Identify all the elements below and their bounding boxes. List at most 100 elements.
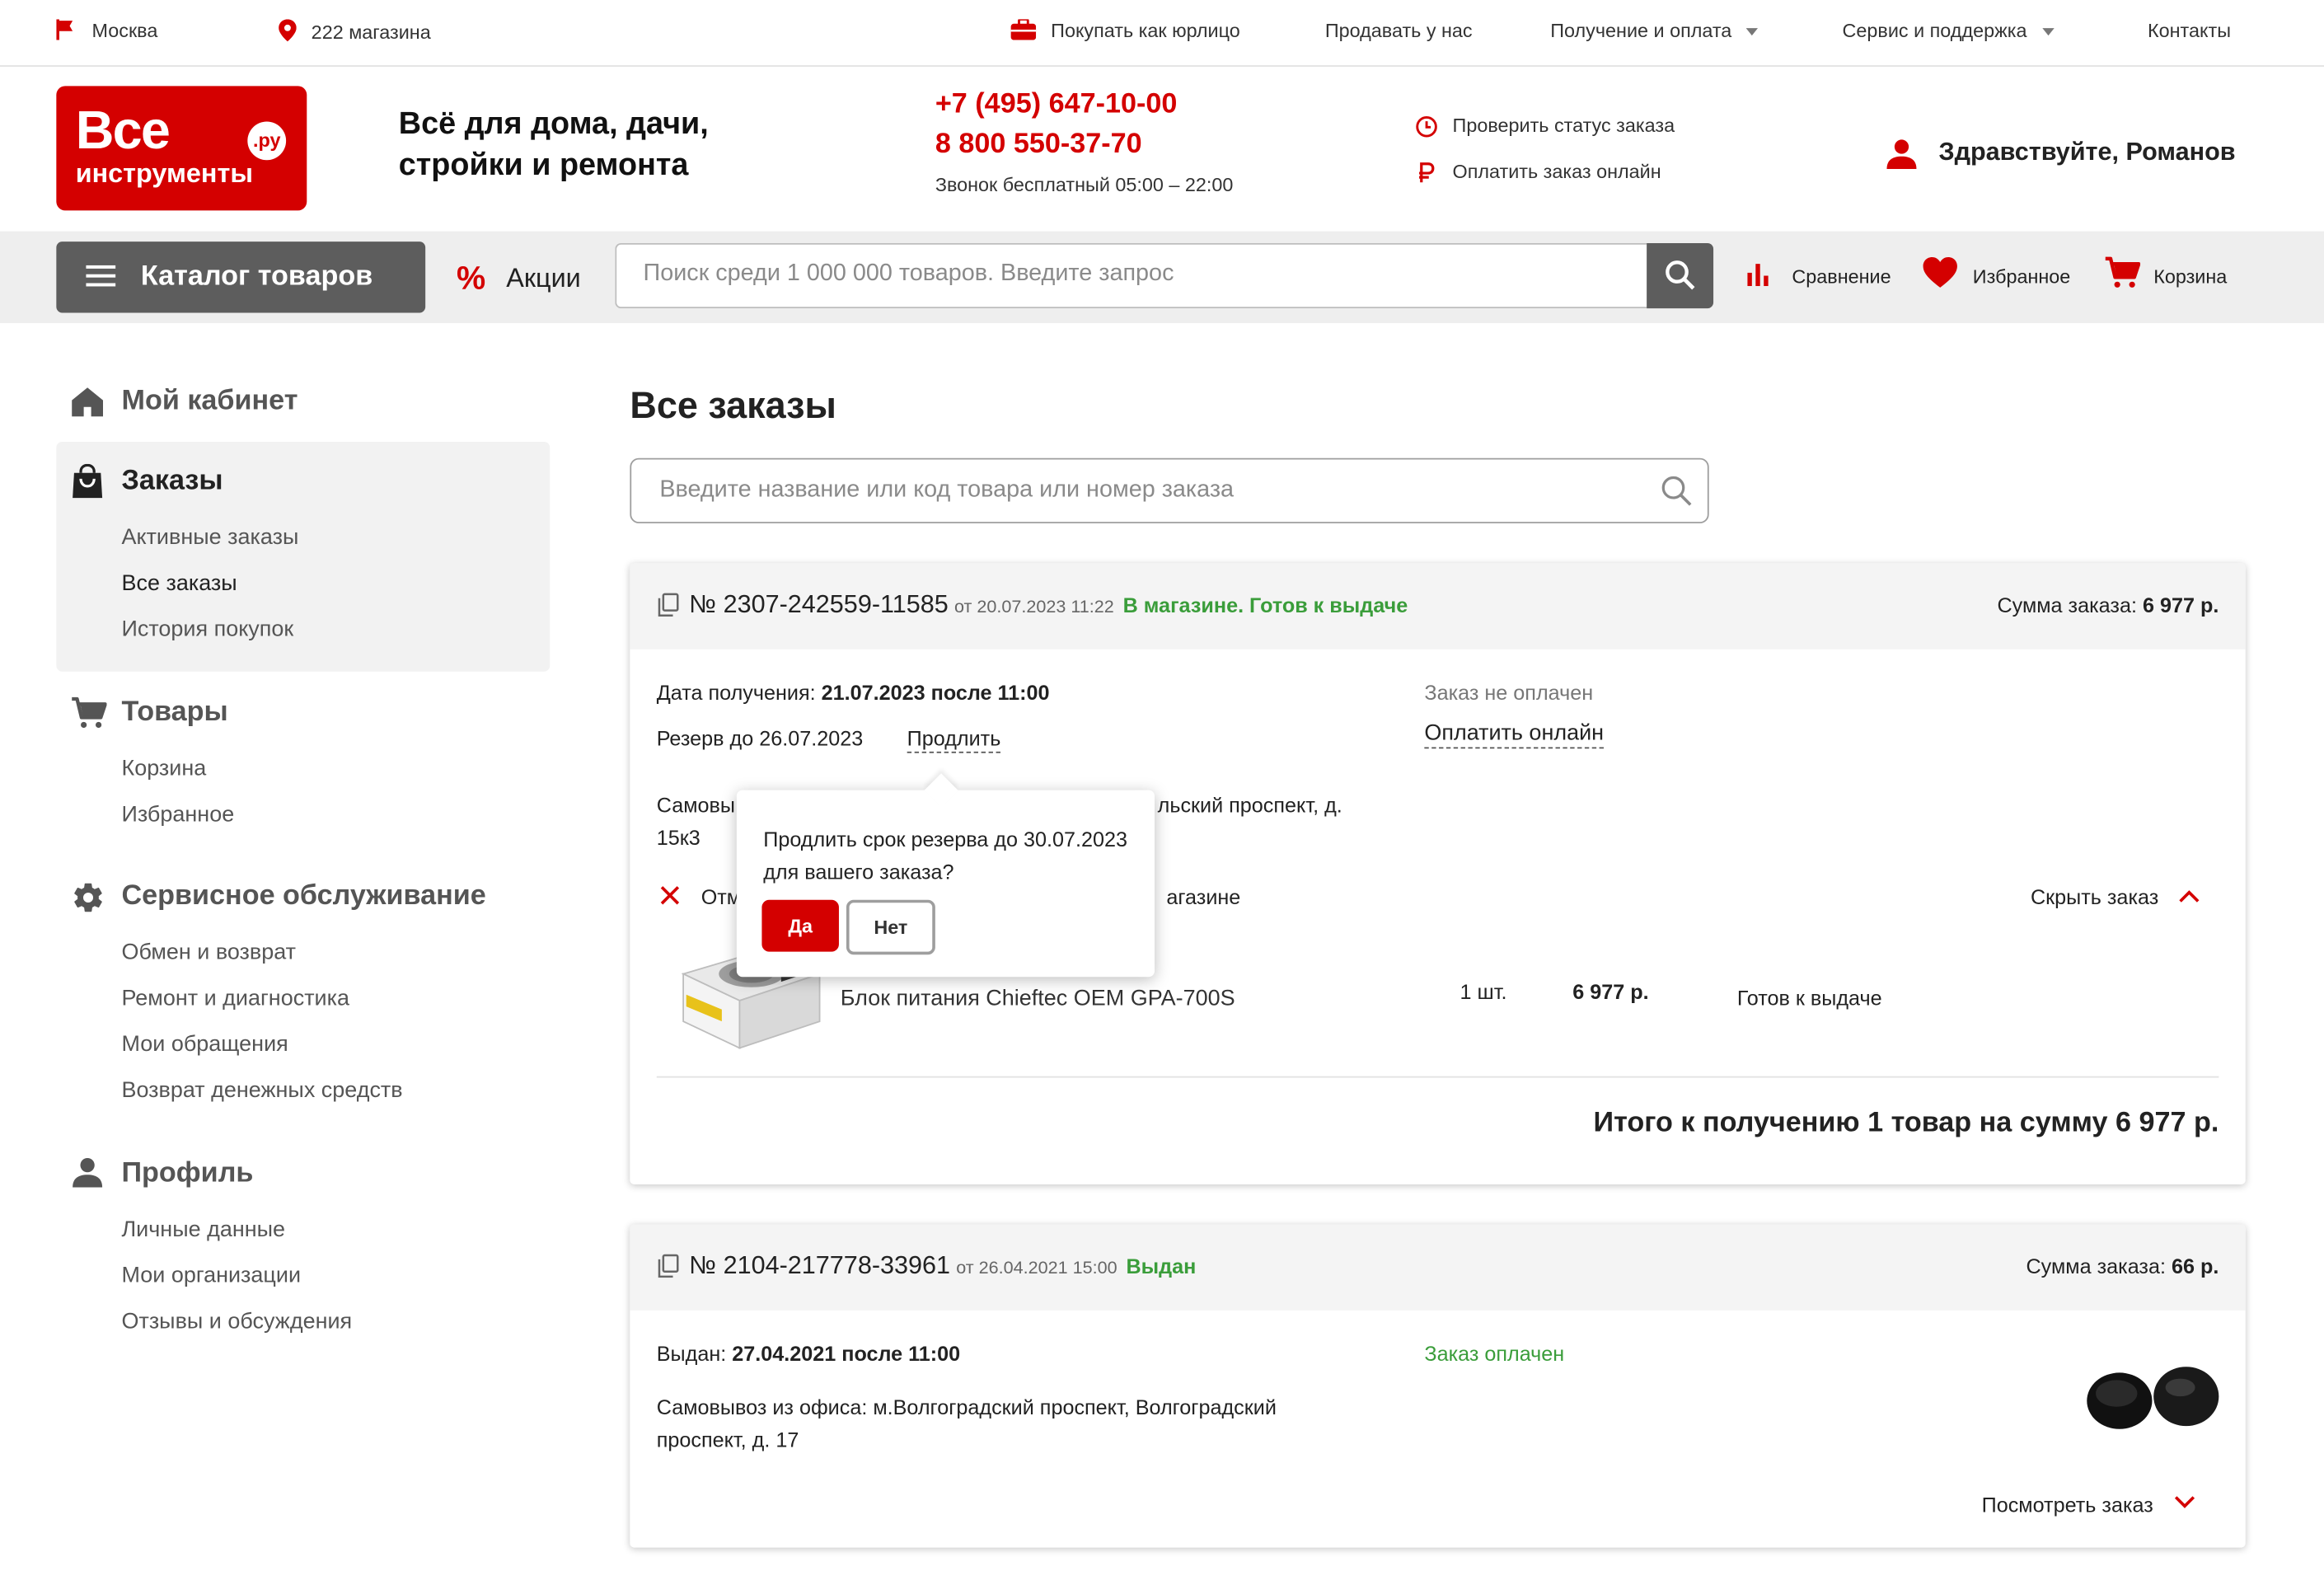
order-date: от 20.07.2023 11:22 [953, 595, 1114, 617]
extend-reserve-label: Продлить [907, 726, 1001, 753]
heart-icon [1923, 256, 1958, 289]
tagline: Всё для дома, дачи, стройки и ремонта [399, 104, 709, 187]
contacts-link[interactable]: Контакты [2148, 19, 2231, 41]
order-search [630, 457, 1709, 523]
compare-link[interactable]: Сравнение [1746, 264, 1891, 288]
view-order-toggle[interactable]: Посмотреть заказ [1982, 1493, 2195, 1517]
delivery-payment-menu[interactable]: Получение и оплата [1550, 19, 1759, 41]
order-search-input[interactable] [656, 476, 1626, 506]
order-number[interactable]: № 2307-242559-11585 от 20.07.2023 11:22 В … [689, 590, 1408, 620]
pay-online-link[interactable]: Оплатить онлайн [1424, 720, 1604, 749]
confirm-yes-button[interactable]: Да [761, 899, 839, 952]
page-title: Все заказы [630, 385, 836, 427]
phone-free[interactable]: 8 800 550-37-70 [935, 129, 1142, 162]
search-icon [1665, 260, 1696, 291]
cancel-order-left[interactable]: Отм [701, 885, 741, 909]
sidebar-item-goods[interactable]: Товары [121, 696, 227, 729]
check-status-label: Проверить статус заказа [1452, 114, 1675, 137]
sidebar-item-organizations[interactable]: Мои организации [121, 1263, 301, 1288]
order-sum-value: 6 977 р. [2142, 593, 2219, 617]
hide-order-toggle[interactable]: Скрыть заказ [2031, 885, 2200, 908]
search-icon[interactable] [1660, 475, 1693, 508]
order-sum-label: Сумма заказа: [1997, 593, 2137, 617]
order-sum: Сумма заказа: 6 977 р. [1997, 593, 2219, 617]
check-status-link[interactable]: Проверить статус заказа [1416, 114, 1675, 138]
b2b-label: Покупать как юрлицо [1051, 19, 1240, 42]
favorites-label: Избранное [1972, 265, 2071, 288]
logo-text-bottom: инструменты [75, 158, 253, 189]
menu-icon [86, 264, 116, 288]
copy-icon[interactable] [658, 1254, 679, 1278]
promo-label: Акции [506, 263, 581, 293]
confirm-no-button[interactable]: Нет [846, 899, 935, 955]
sidebar-item-exchange-return[interactable]: Обмен и возврат [121, 940, 296, 965]
sidebar-item-cabinet[interactable]: Мой кабинет [121, 386, 298, 419]
phone-moscow[interactable]: +7 (495) 647-10-00 [935, 89, 1178, 122]
contacts-label: Контакты [2148, 19, 2232, 42]
briefcase-icon [1010, 19, 1037, 40]
site-search-input[interactable] [640, 259, 1625, 289]
sidebar-item-active-orders[interactable]: Активные заказы [121, 525, 298, 551]
item-name[interactable]: Блок питания Chieftec OEM GPA-700S [841, 986, 1235, 1011]
reserve-until: Резерв до 26.07.2023 [656, 726, 864, 751]
order-sum-value: 66 р. [2171, 1254, 2219, 1278]
call-hours: Звонок бесплатный 05:00 – 22:00 [935, 173, 1234, 196]
bar-chart-icon [1746, 260, 1773, 287]
pickup-address-line2: проспект, д. 17 [656, 1427, 799, 1451]
service-support-label: Сервис и поддержка [1842, 19, 2027, 42]
cart-link[interactable]: Корзина [2105, 256, 2227, 288]
sidebar-item-refunds[interactable]: Возврат денежных средств [121, 1078, 402, 1104]
sidebar-item-cart[interactable]: Корзина [121, 756, 206, 781]
flag-icon [56, 19, 74, 40]
issued-date-label: Выдан: [656, 1341, 727, 1366]
search-button[interactable] [1647, 242, 1714, 309]
cart-icon [2105, 256, 2141, 289]
clock-icon [1416, 115, 1438, 138]
close-icon[interactable] [659, 885, 680, 906]
sidebar-item-favorites[interactable]: Избранное [121, 802, 234, 828]
order-divider [656, 1076, 2219, 1078]
sidebar-item-requests[interactable]: Мои обращения [121, 1032, 288, 1057]
item-status: Готов к выдаче [1736, 986, 1882, 1010]
sidebar-item-repair[interactable]: Ремонт и диагностика [121, 986, 349, 1011]
ruble-icon [1416, 162, 1438, 184]
gear-icon [71, 880, 105, 914]
city-selector[interactable]: Москва [56, 19, 157, 41]
sidebar-item-all-orders[interactable]: Все заказы [121, 570, 237, 596]
sidebar-item-service[interactable]: Сервисное обслуживание [121, 880, 485, 913]
copy-icon[interactable] [658, 593, 679, 617]
payment-status: Заказ не оплачен [1424, 680, 1594, 705]
chevron-up-icon [2179, 889, 2200, 903]
sidebar-item-profile[interactable]: Профиль [121, 1158, 253, 1191]
catalog-button[interactable]: Каталог товаров [56, 242, 426, 313]
item-price: 6 977 р. [1572, 979, 1649, 1004]
order-sum: Сумма заказа: 66 р. [2026, 1254, 2219, 1278]
b2b-link[interactable]: Покупать как юрлицо [1010, 19, 1240, 42]
sidebar-item-personal-data[interactable]: Личные данные [121, 1217, 285, 1243]
pay-order-label: Оплатить заказ онлайн [1452, 160, 1661, 183]
item-qty: 1 шт. [1460, 979, 1507, 1004]
sidebar-item-orders[interactable]: Заказы [121, 466, 223, 499]
sell-link[interactable]: Продавать у нас [1325, 19, 1473, 41]
sidebar-item-reviews[interactable]: Отзывы и обсуждения [121, 1309, 352, 1334]
promo-link[interactable]: % Акции [457, 260, 581, 298]
order-status: В магазине. Готов к выдаче [1122, 593, 1408, 617]
sidebar-item-purchase-history[interactable]: История покупок [121, 617, 293, 642]
favorites-link[interactable]: Избранное [1923, 257, 2071, 288]
service-support-menu[interactable]: Сервис и поддержка [1843, 19, 2054, 41]
pay-order-link[interactable]: Оплатить заказ онлайн [1416, 160, 1661, 184]
order-number[interactable]: № 2104-217778-33961 от 26.04.2021 15:00 Вы… [689, 1251, 1196, 1281]
site-logo[interactable]: Все инструменты .ру [56, 86, 307, 211]
view-order-label: Посмотреть заказ [1981, 1493, 2153, 1517]
order-sum-label: Сумма заказа: [2026, 1254, 2166, 1278]
cancel-order-right: агазине [1166, 884, 1241, 909]
user-greeting[interactable]: Здравствуйте, Романов [1886, 138, 2236, 169]
extend-reserve-link[interactable]: Продлить [907, 726, 1001, 753]
location-pin-icon [279, 19, 297, 42]
user-icon [1886, 138, 1919, 169]
chevron-down-icon [1746, 28, 1759, 36]
stores-link[interactable]: 222 магазина [279, 19, 431, 43]
order-number-text: № 2307-242559-11585 [689, 589, 949, 618]
pickup-address-right: льский проспект, д. [1157, 793, 1342, 817]
order-status: Выдан [1126, 1254, 1197, 1278]
